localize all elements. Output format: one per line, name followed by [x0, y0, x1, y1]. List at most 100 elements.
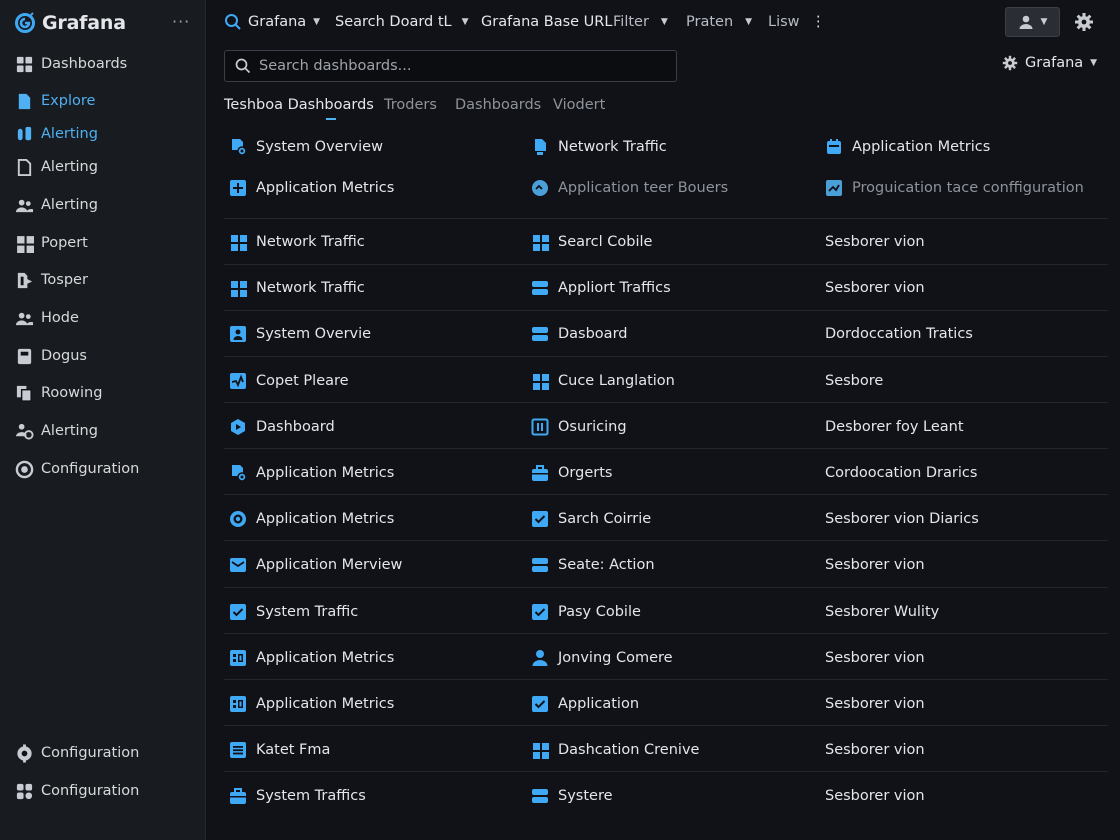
sidebar-item-hode[interactable]: Hode: [14, 306, 194, 330]
kebab-menu-icon[interactable]: ⋮: [811, 12, 826, 32]
dashboard-title: Sarch Coirrie: [558, 511, 652, 527]
dashboard-title: Katet Fma: [256, 742, 331, 758]
alerting-bell-icon: [14, 124, 34, 144]
dashboard-link[interactable]: Application Metrics: [229, 694, 394, 714]
sidebar-item-alerting[interactable]: Alerting: [14, 193, 194, 217]
dashboard-title: Osuricing: [558, 419, 627, 435]
sidebar-item-roowing[interactable]: Roowing: [14, 381, 194, 405]
settings-gear-icon[interactable]: [1074, 12, 1094, 32]
dashboard-title: System Traffics: [256, 788, 366, 804]
search-icon: [235, 58, 251, 74]
dashboard-link[interactable]: Sesborer vion: [825, 740, 925, 760]
dashboard-link[interactable]: Osuricing: [531, 417, 627, 437]
dashboard-link[interactable]: Jonving Comere: [531, 648, 673, 668]
praten-dropdown[interactable]: Praten ▼: [686, 12, 752, 32]
sidebar-item-label: Alerting: [41, 423, 98, 439]
user-icon: [1019, 15, 1033, 29]
dashboard-link[interactable]: Cuce Langlation: [531, 371, 675, 391]
lisw-link[interactable]: Lisw: [768, 12, 800, 32]
sidebar-item-label: Explore: [41, 93, 96, 109]
dashboard-link[interactable]: Copet Pleare: [229, 371, 349, 391]
row-divider: [224, 679, 1108, 680]
dashboard-link[interactable]: Orgerts: [531, 463, 612, 483]
dashboard-link[interactable]: Sesborer vion: [825, 278, 925, 298]
search-input[interactable]: [259, 58, 659, 74]
sidebar-item-dashboards[interactable]: Dashboards: [14, 52, 194, 76]
dashboard-link[interactable]: Proguication tace conffiguration: [825, 178, 1084, 198]
dashboard-search-box[interactable]: [224, 50, 677, 82]
dashboard-link[interactable]: Seate: Action: [531, 555, 655, 575]
target-icon: [229, 510, 247, 528]
sidebar-item-alerting[interactable]: Alerting: [14, 122, 194, 146]
dashboard-link[interactable]: Sesbore: [825, 371, 883, 391]
dashboard-link[interactable]: System Traffic: [229, 602, 358, 622]
user-menu-button[interactable]: ▼: [1005, 7, 1060, 37]
dashboard-link[interactable]: Network Traffic: [531, 137, 667, 157]
brand[interactable]: Grafana: [14, 10, 126, 36]
base-url-link[interactable]: Grafana Base URL: [481, 12, 612, 32]
dashboard-link[interactable]: Sesborer vion: [825, 232, 925, 252]
dashboard-link[interactable]: Sesborer vion Diarics: [825, 509, 979, 529]
dashboard-link[interactable]: Application Metrics: [825, 137, 990, 157]
dashboard-link[interactable]: Pasy Cobile: [531, 602, 641, 622]
tab-troders[interactable]: Troders: [384, 97, 437, 113]
tab-dashboards[interactable]: Dashboards: [455, 97, 541, 113]
dashboard-link[interactable]: Network Traffic: [229, 278, 365, 298]
dashboard-title: Sesborer vion: [825, 742, 925, 758]
dashboard-link[interactable]: Sesborer vion: [825, 694, 925, 714]
dashboard-link[interactable]: Desborer foy Leant: [825, 417, 964, 437]
dashboard-title: Sesborer vion: [825, 696, 925, 712]
copy-icon: [14, 383, 34, 403]
dashboard-link[interactable]: Systere: [531, 786, 613, 806]
check-square-icon: [229, 603, 247, 621]
dashboard-link[interactable]: Dordoccation Tratics: [825, 324, 973, 344]
sidebar-item-label: Alerting: [41, 159, 98, 175]
dashboard-link[interactable]: Dashboard: [229, 417, 335, 437]
dashboard-link[interactable]: Sesborer vion: [825, 786, 925, 806]
dashboard-link[interactable]: Network Traffic: [229, 232, 365, 252]
dashboard-link[interactable]: Katet Fma: [229, 740, 330, 760]
dashboard-link[interactable]: Dashcation Crenive: [531, 740, 699, 760]
search-board-dropdown[interactable]: Search Doard tL ▼: [335, 12, 469, 32]
dashboard-link[interactable]: Sarch Coirrie: [531, 509, 651, 529]
dashboard-title: Cordoocation Drarics: [825, 465, 978, 481]
grafana-search-dropdown[interactable]: Grafana ▼: [224, 12, 320, 32]
dashboard-link[interactable]: Sesborer vion: [825, 648, 925, 668]
dashboard-link[interactable]: Application Metrics: [229, 648, 394, 668]
dashboard-title: Sesborer Wulity: [825, 604, 940, 620]
sidebar-item-configuration[interactable]: Configuration: [14, 457, 194, 481]
brand-title: Grafana: [42, 12, 126, 34]
dashboard-link[interactable]: Appliort Traffics: [531, 278, 671, 298]
sidebar-item-configuration[interactable]: Configuration: [14, 741, 194, 765]
dashboard-link[interactable]: Application Metrics: [229, 178, 394, 198]
dashboard-title: Network Traffic: [256, 234, 365, 250]
sidebar-item-tosper[interactable]: Tosper: [14, 268, 194, 292]
org-select[interactable]: Grafana ▼: [1002, 55, 1097, 71]
dashboard-link[interactable]: Dasboard: [531, 324, 627, 344]
dashboard-link[interactable]: Sesborer Wulity: [825, 602, 939, 622]
dashboard-link[interactable]: System Overview: [229, 137, 383, 157]
filter-dropdown[interactable]: Filter ▼: [613, 12, 668, 32]
dashboard-title: Jonving Comere: [558, 650, 673, 666]
dashboard-link[interactable]: Cordoocation Drarics: [825, 463, 977, 483]
sidebar-more-icon[interactable]: ···: [172, 12, 190, 31]
dashboard-title: Dasboard: [558, 326, 628, 342]
sidebar-item-configuration[interactable]: Configuration: [14, 779, 194, 803]
sidebar-item-alerting[interactable]: Alerting: [14, 155, 194, 179]
tab-viodert[interactable]: Viodert: [553, 97, 605, 113]
dashboard-link[interactable]: System Overvie: [229, 324, 371, 344]
sidebar-item-explore[interactable]: Explore: [14, 89, 194, 113]
dashboard-link[interactable]: System Traffics: [229, 786, 366, 806]
sidebar-item-alerting[interactable]: Alerting: [14, 419, 194, 443]
dashboard-link[interactable]: Application teer Bouers: [531, 178, 728, 198]
dashboard-link[interactable]: Application Metrics: [229, 463, 394, 483]
dashboard-link[interactable]: Application Metrics: [229, 509, 394, 529]
dashboard-link[interactable]: Application Merview: [229, 555, 402, 575]
sidebar-item-popert[interactable]: Popert: [14, 231, 194, 255]
dashboard-link[interactable]: Application: [531, 694, 639, 714]
dashboard-link[interactable]: Sesborer vion: [825, 555, 925, 575]
sidebar-item-dogus[interactable]: Dogus: [14, 344, 194, 368]
dashboard-title: System Overview: [256, 139, 383, 155]
dashboard-link[interactable]: Searcl Cobile: [531, 232, 652, 252]
tab-teshboa-dashboards[interactable]: Teshboa Dashboards: [224, 97, 374, 113]
